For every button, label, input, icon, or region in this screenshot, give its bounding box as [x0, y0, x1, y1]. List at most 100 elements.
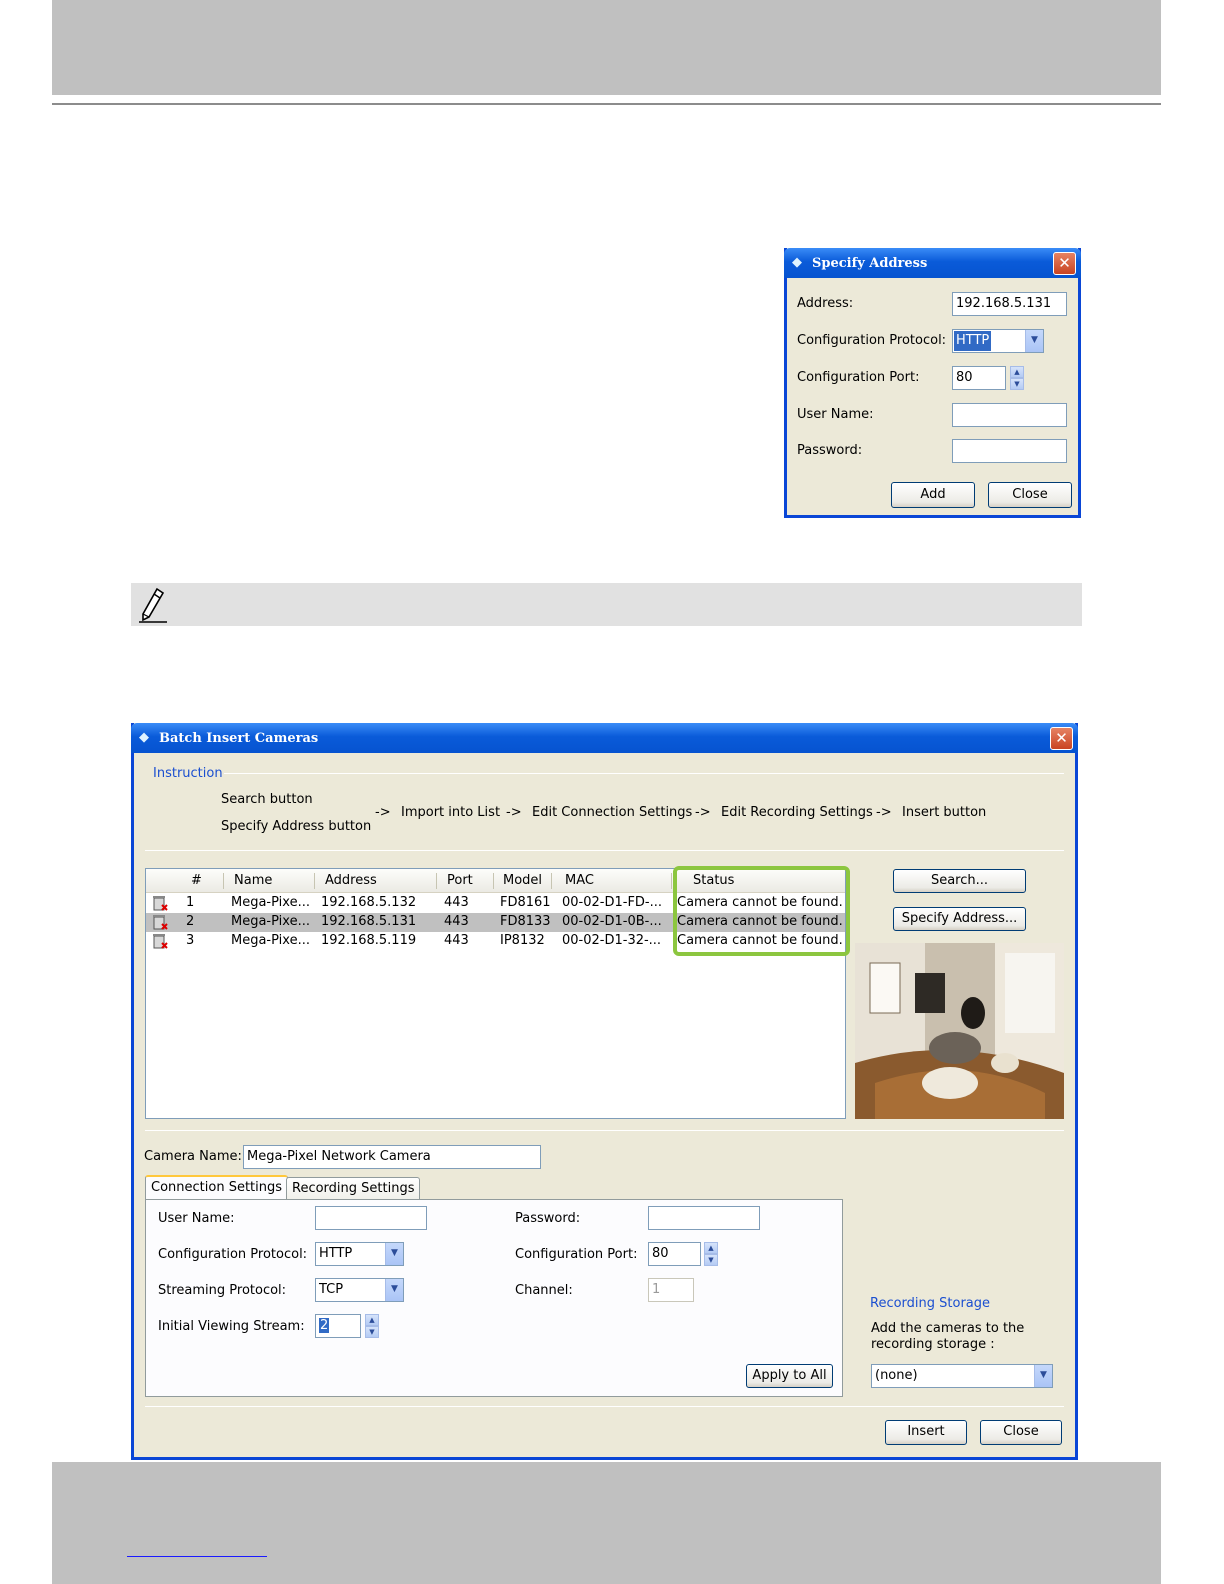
instruction-import-step: Import into List [401, 805, 501, 820]
recording-storage-select[interactable]: (none) ▼ [871, 1364, 1053, 1388]
column-separator[interactable] [223, 873, 224, 889]
column-separator[interactable] [551, 873, 552, 889]
row-mac: 00-02-D1-FD-... [562, 895, 663, 910]
row-name: Mega-Pixe... [231, 914, 310, 929]
chevron-down-icon[interactable]: ▼ [385, 1279, 403, 1301]
row-status: Camera cannot be found. [677, 933, 843, 948]
specify-address-dialog: ◆ Specify Address ✕ Address: 192.168.5.1… [784, 248, 1081, 518]
table-row[interactable]: 3 Mega-Pixe... 192.168.5.119 443 IP8132 … [146, 932, 845, 951]
table-row[interactable]: 1 Mega-Pixe... 192.168.5.132 443 FD8161 … [146, 894, 845, 913]
protocol-label: Configuration Protocol: [797, 333, 947, 348]
instruction-search-step: Search button [221, 792, 313, 807]
delete-camera-icon[interactable] [152, 895, 168, 912]
close-icon[interactable]: ✕ [1053, 252, 1076, 275]
list-bottom-divider [145, 1130, 1064, 1131]
chevron-down-icon[interactable]: ▼ [1025, 330, 1043, 352]
instruction-heading: Instruction [153, 766, 223, 781]
conn-password-input[interactable] [648, 1206, 760, 1230]
spin-down-icon[interactable]: ▼ [1010, 378, 1024, 390]
protocol-selected-value: HTTP [954, 331, 992, 351]
instruction-edit-recording-step: Edit Recording Settings [721, 805, 873, 820]
spin-down-icon[interactable]: ▼ [704, 1254, 718, 1266]
column-header-status[interactable]: Status [693, 873, 734, 888]
row-number: 1 [186, 895, 195, 910]
chevron-down-icon[interactable]: ▼ [1034, 1365, 1052, 1387]
spin-up-icon[interactable]: ▲ [365, 1314, 379, 1326]
note-bar [131, 583, 1082, 626]
conn-channel-input: 1 [648, 1278, 694, 1302]
config-protocol-value: HTTP [319, 1246, 353, 1261]
table-row[interactable]: 2 Mega-Pixe... 192.168.5.131 443 FD8133 … [146, 913, 845, 932]
tab-recording-settings[interactable]: Recording Settings [286, 1177, 421, 1200]
footer-link-underline[interactable] [127, 1556, 267, 1557]
row-port: 443 [444, 895, 469, 910]
conn-config-protocol-select[interactable]: HTTP ▼ [315, 1242, 404, 1266]
conn-channel-label: Channel: [515, 1283, 573, 1298]
row-port: 443 [444, 933, 469, 948]
camera-list-header: # Name Address Port Model MAC Status [146, 869, 845, 893]
row-address: 192.168.5.132 [321, 895, 417, 910]
conn-username-label: User Name: [158, 1211, 235, 1226]
conn-config-port-input[interactable]: 80 [648, 1242, 701, 1266]
delete-camera-icon[interactable] [152, 914, 168, 931]
row-address: 192.168.5.131 [321, 914, 417, 929]
address-input[interactable]: 192.168.5.131 [952, 292, 1067, 316]
add-button[interactable]: Add [891, 482, 975, 508]
close-button[interactable]: Close [988, 482, 1072, 508]
search-button[interactable]: Search... [893, 869, 1026, 893]
column-header-mac[interactable]: MAC [565, 873, 594, 888]
row-number: 2 [186, 914, 195, 929]
recording-storage-heading: Recording Storage [870, 1296, 991, 1311]
conn-initial-stream-input[interactable]: 2 [315, 1314, 361, 1338]
row-model: FD8161 [500, 895, 551, 910]
row-number: 3 [186, 933, 195, 948]
spin-down-icon[interactable]: ▼ [365, 1326, 379, 1338]
column-header-address[interactable]: Address [325, 873, 377, 888]
port-input[interactable]: 80 [952, 366, 1006, 390]
delete-camera-icon[interactable] [152, 933, 168, 950]
conn-initial-stream-label: Initial Viewing Stream: [158, 1319, 305, 1334]
conn-streaming-protocol-select[interactable]: TCP ▼ [315, 1278, 404, 1302]
specify-address-button[interactable]: Specify Address... [893, 907, 1026, 931]
camera-name-label: Camera Name: [144, 1149, 242, 1164]
address-label: Address: [797, 296, 854, 311]
camera-name-input[interactable]: Mega-Pixel Network Camera [243, 1145, 541, 1169]
column-header-port[interactable]: Port [447, 873, 473, 888]
column-separator[interactable] [436, 873, 437, 889]
insert-button[interactable]: Insert [885, 1420, 967, 1445]
protocol-select[interactable]: HTTP ▼ [952, 329, 1044, 353]
tab-connection-settings[interactable]: Connection Settings [145, 1175, 289, 1200]
chevron-down-icon[interactable]: ▼ [385, 1243, 403, 1265]
batch-insert-titlebar[interactable]: ◆ Batch Insert Cameras ✕ [131, 723, 1078, 753]
column-separator[interactable] [671, 873, 672, 889]
apply-to-all-button[interactable]: Apply to All [746, 1364, 833, 1388]
password-input[interactable] [952, 439, 1067, 463]
close-button[interactable]: Close [980, 1420, 1062, 1445]
column-separator[interactable] [314, 873, 315, 889]
column-separator[interactable] [493, 873, 494, 889]
row-model: FD8133 [500, 914, 551, 929]
spin-up-icon[interactable]: ▲ [1010, 366, 1024, 378]
conn-config-port-label: Configuration Port: [515, 1247, 638, 1262]
row-port: 443 [444, 914, 469, 929]
close-icon[interactable]: ✕ [1050, 727, 1073, 750]
camera-list[interactable]: # Name Address Port Model MAC Status 1 M… [145, 868, 846, 1119]
streaming-protocol-value: TCP [319, 1282, 344, 1297]
conn-username-input[interactable] [315, 1206, 427, 1230]
instruction-arrow: -> [506, 805, 522, 820]
row-mac: 00-02-D1-0B-... [562, 914, 662, 929]
app-diamond-icon: ◆ [792, 255, 802, 270]
instruction-arrow: -> [876, 805, 892, 820]
port-label: Configuration Port: [797, 370, 920, 385]
page-footer-band [52, 1462, 1161, 1584]
column-header-model[interactable]: Model [503, 873, 542, 888]
instruction-divider [224, 773, 1064, 774]
column-header-number[interactable]: # [191, 873, 202, 888]
instruction-bottom-divider [145, 850, 1064, 851]
instruction-insert-step: Insert button [902, 805, 987, 820]
spin-up-icon[interactable]: ▲ [704, 1242, 718, 1254]
specify-address-titlebar[interactable]: ◆ Specify Address ✕ [784, 248, 1081, 278]
column-header-name[interactable]: Name [234, 873, 272, 888]
username-input[interactable] [952, 403, 1067, 427]
initial-stream-value: 2 [319, 1318, 330, 1333]
